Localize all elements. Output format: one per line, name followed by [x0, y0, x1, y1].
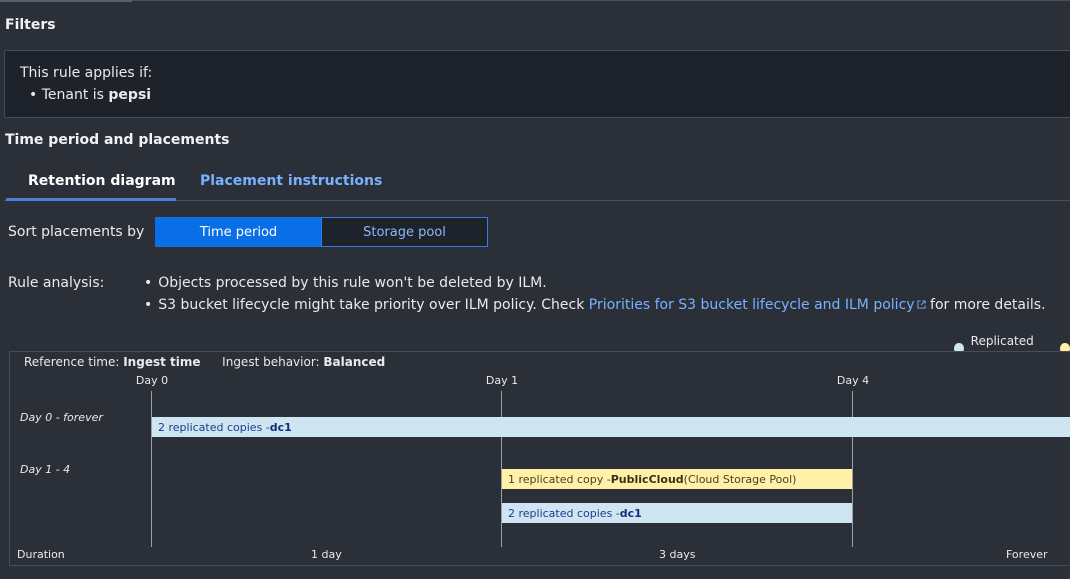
duration-forever: Forever	[1006, 548, 1048, 561]
tab-placement-instructions[interactable]: Placement instructions	[200, 173, 382, 189]
analysis-item: • Objects processed by this rule won't be…	[144, 275, 547, 291]
day-0-line	[151, 391, 152, 547]
duration-3-days: 3 days	[659, 548, 696, 561]
analysis-s3-prefix: S3 bucket lifecycle might take priority …	[158, 297, 589, 313]
top-tab-indicator	[0, 0, 132, 2]
bar-site: dc1	[619, 506, 642, 520]
analysis-s3-suffix: for more details.	[925, 297, 1046, 313]
rule-analysis-label: Rule analysis:	[8, 275, 105, 291]
day-0-label: Day 0	[135, 374, 169, 387]
duration-1-day: 1 day	[311, 548, 342, 561]
bar-prefix: 2 replicated copies -	[158, 420, 270, 434]
bar-prefix: 1 replicated copy -	[508, 472, 611, 486]
top-divider	[0, 0, 1070, 1]
reference-time-label: Reference time:	[24, 355, 124, 369]
condition-value: pepsi	[108, 87, 152, 103]
condition-prefix: Tenant is	[41, 87, 109, 103]
bullet-dot: •	[29, 87, 42, 103]
day-4-line	[852, 391, 853, 547]
filters-box: This rule applies if: • Tenant is pepsi	[4, 50, 1070, 118]
retention-diagram	[9, 351, 1070, 566]
day-4-label: Day 4	[836, 374, 870, 387]
bar-prefix: 2 replicated copies -	[508, 506, 620, 520]
bullet-dot: •	[144, 297, 153, 313]
sort-label: Sort placements by	[8, 224, 145, 240]
analysis-item-s3: • S3 bucket lifecycle might take priority…	[144, 297, 1046, 313]
ingest-behavior-label: Ingest behavior:	[222, 355, 324, 369]
day-1-label: Day 1	[485, 374, 519, 387]
filter-condition: • Tenant is pepsi	[29, 87, 151, 103]
bar-site: dc1	[269, 420, 292, 434]
filters-intro: This rule applies if:	[20, 65, 153, 81]
reference-time-value: Ingest time	[123, 355, 201, 369]
diagram-header: Reference time: Ingest time Ingest behav…	[24, 355, 385, 369]
bar-pool: PublicCloud	[610, 472, 684, 486]
bullet-dot: •	[144, 275, 153, 291]
placement-bar-publiccloud: 1 replicated copy - PublicCloud (Cloud S…	[502, 469, 852, 489]
ingest-behavior-value: Balanced	[323, 355, 386, 369]
bar-suffix: (Cloud Storage Pool)	[683, 472, 797, 486]
sort-time-period-button[interactable]: Time period	[155, 217, 322, 247]
placement-bar-dc1-forever: 2 replicated copies - dc1	[152, 417, 1070, 437]
row-label-day0-forever: Day 0 - forever	[20, 411, 103, 424]
s3-priorities-link-text[interactable]: Priorities for S3 bucket lifecycle and I…	[589, 297, 915, 313]
external-link-icon	[917, 300, 926, 309]
placement-bar-dc1-day1-4: 2 replicated copies - dc1	[502, 503, 852, 523]
time-period-title: Time period and placements	[5, 132, 230, 148]
tab-retention-diagram[interactable]: Retention diagram	[28, 173, 176, 189]
sort-storage-pool-button[interactable]: Storage pool	[321, 217, 488, 247]
analysis-text: Objects processed by this rule won't be …	[158, 275, 547, 291]
row-label-day1-4: Day 1 - 4	[20, 463, 71, 476]
duration-label: Duration	[17, 548, 65, 561]
s3-priorities-link[interactable]: Priorities for S3 bucket lifecycle and I…	[589, 297, 926, 313]
tab-active-indicator	[6, 198, 176, 201]
filters-title: Filters	[5, 17, 56, 33]
